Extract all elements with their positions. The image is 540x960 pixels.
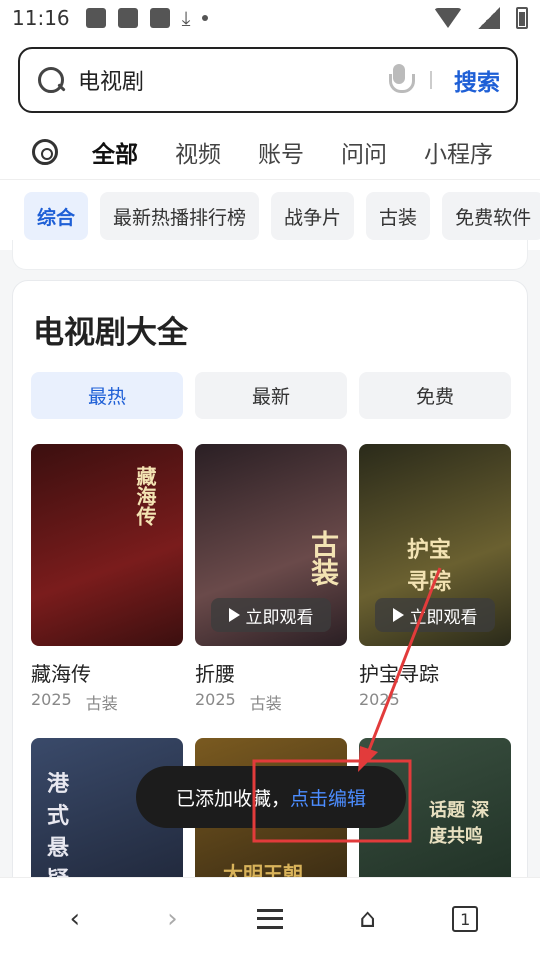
more-notifications-icon — [202, 15, 209, 21]
poster-title-text: 藏海传 — [133, 466, 157, 526]
tabs-icon: 1 — [452, 906, 479, 932]
search-box[interactable]: 搜索 — [18, 47, 518, 113]
poster-1[interactable]: 藏海传 — [31, 444, 183, 646]
microphone-icon[interactable] — [388, 64, 415, 96]
search-button[interactable]: 搜索 — [454, 63, 500, 97]
search-input[interactable] — [78, 67, 380, 93]
home-icon[interactable]: ⌂ — [346, 897, 390, 941]
search-divider — [430, 71, 432, 89]
poster-title-text: 港式悬疑 — [47, 772, 70, 893]
download-icon: ⤓ — [181, 6, 191, 30]
filter-chips: 综合 最新热播排行榜 战争片 古装 免费软件 — [24, 192, 540, 240]
item-title[interactable]: 藏海传 — [31, 658, 91, 687]
poster-title-text: 古装 — [307, 530, 340, 586]
gallery-icon — [85, 8, 106, 28]
poster-3[interactable]: 护宝寻踪 立即观看 — [359, 444, 511, 646]
signal-icon — [478, 7, 500, 29]
watch-label: 立即观看 — [409, 607, 478, 628]
forward-icon[interactable]: › — [150, 897, 194, 941]
tab-video[interactable]: 视频 — [175, 135, 221, 169]
chip-war[interactable]: 战争片 — [271, 192, 355, 240]
chip-hot-ranking[interactable]: 最新热播排行榜 — [100, 192, 260, 240]
watch-label: 立即观看 — [245, 607, 314, 628]
poster-title-text: 护宝寻踪 — [407, 538, 452, 595]
menu-button[interactable] — [248, 897, 292, 941]
card-title: 电视剧大全 — [33, 315, 188, 351]
toast-text: 已添加收藏， — [175, 787, 290, 810]
back-icon[interactable]: ‹ — [53, 897, 97, 941]
previous-card-edge — [12, 240, 528, 270]
watch-now-button[interactable]: 立即观看 — [375, 598, 495, 632]
notification-icon-2 — [149, 8, 170, 28]
menu-icon — [256, 909, 283, 929]
item-meta: 2025 — [359, 690, 400, 709]
status-time: 11:16 — [12, 6, 70, 30]
item-year: 2025 — [195, 690, 236, 709]
settings-icon[interactable] — [32, 138, 58, 165]
play-icon — [392, 608, 404, 622]
toast-edit-link[interactable]: 点击编辑 — [290, 784, 366, 811]
notification-icon — [117, 8, 138, 28]
filter-newest[interactable]: 最新 — [195, 372, 347, 419]
battery-icon — [516, 7, 528, 29]
filter-free[interactable]: 免费 — [359, 372, 511, 419]
chip-costume[interactable]: 古装 — [366, 192, 431, 240]
wifi-icon — [434, 8, 462, 28]
tabs-button[interactable]: 1 — [443, 897, 487, 941]
item-meta: 2025 古装 — [31, 690, 118, 714]
chip-free-software[interactable]: 免费软件 — [442, 192, 540, 240]
tab-account[interactable]: 账号 — [258, 135, 304, 169]
chip-comprehensive[interactable]: 综合 — [24, 192, 89, 240]
poster-title-text: 话题 深度共鸣 — [429, 800, 490, 847]
item-year: 2025 — [359, 690, 400, 709]
tab-all[interactable]: 全部 — [92, 135, 138, 179]
tab-ask[interactable]: 问问 — [341, 135, 387, 169]
item-title[interactable]: 护宝寻踪 — [359, 658, 439, 687]
bottom-nav: ‹ › ⌂ 1 — [0, 877, 540, 960]
category-tabs: 全部 视频 账号 问问 小程序 — [0, 124, 540, 180]
tab-mini-program[interactable]: 小程序 — [424, 135, 493, 169]
poster-2[interactable]: 古装 立即观看 — [195, 444, 347, 646]
filter-hottest[interactable]: 最热 — [31, 372, 183, 419]
item-year: 2025 — [31, 690, 72, 709]
status-bar: 11:16 ⤓ — [0, 0, 540, 36]
item-genre: 古装 — [85, 694, 118, 713]
watch-now-button[interactable]: 立即观看 — [211, 598, 331, 632]
item-genre: 古装 — [249, 694, 282, 713]
item-title[interactable]: 折腰 — [195, 658, 235, 687]
item-meta: 2025 古装 — [195, 690, 282, 714]
play-icon — [228, 608, 240, 622]
search-icon — [36, 65, 66, 95]
toast-message: 已添加收藏， 点击编辑 — [136, 766, 406, 828]
